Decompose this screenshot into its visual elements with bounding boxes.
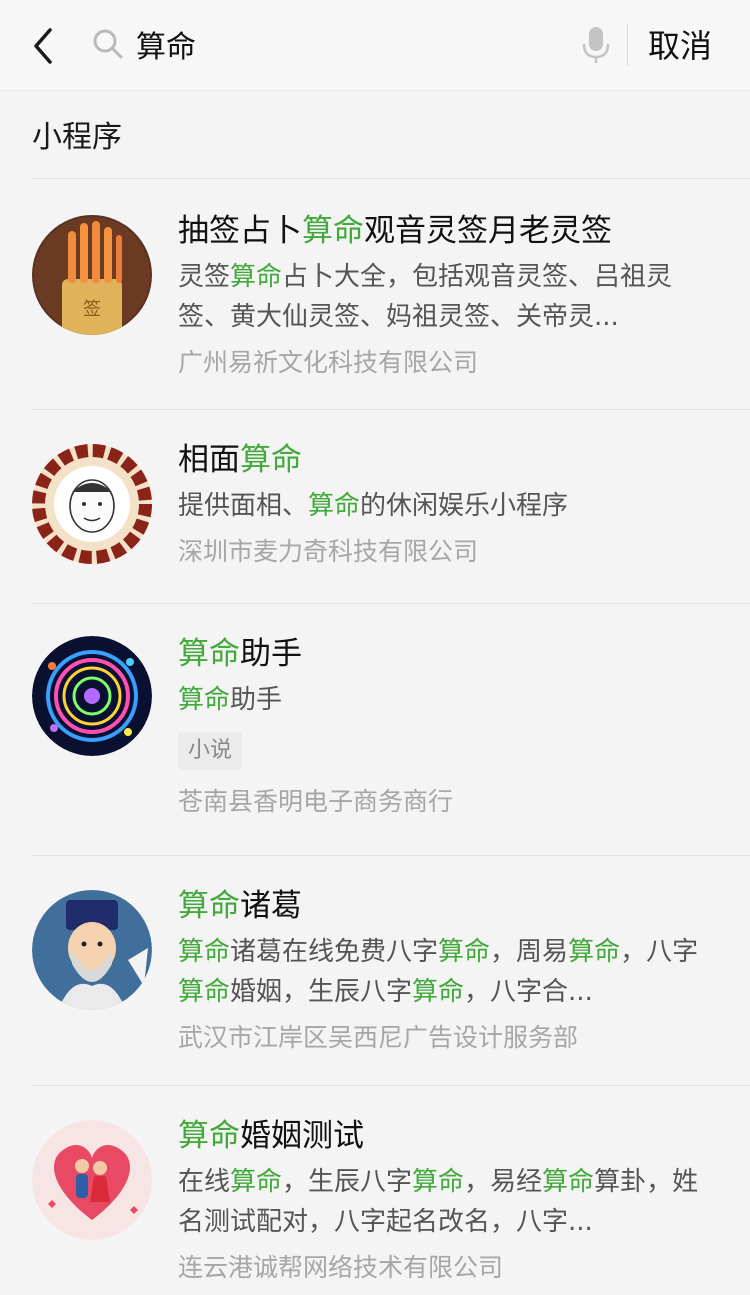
- result-title: 相面算命: [178, 442, 302, 478]
- result-company: 深圳市麦力奇科技有限公司: [178, 537, 479, 566]
- svg-text:签: 签: [83, 299, 101, 320]
- zhuge-cartoon-avatar: [32, 890, 152, 1010]
- back-chevron-icon[interactable]: [30, 26, 60, 66]
- result-item[interactable]: 签 抽签占卜算命观音灵签月老灵签 灵签算命占卜大全，包括观音灵签、吕祖灵签、黄大…: [0, 179, 750, 410]
- fortune-sticks-avatar: 签: [32, 215, 152, 335]
- category-tag: 小说: [178, 732, 243, 770]
- microphone-icon[interactable]: [582, 26, 610, 64]
- result-text: 算命诸葛 算命诸葛在线免费八字算命，周易算命，八字算命婚姻，生辰八字算命，八字合…: [178, 884, 718, 1056]
- result-description: 算命助手: [178, 685, 283, 715]
- search-divider: [627, 24, 628, 66]
- section-title: 小程序: [32, 120, 122, 155]
- result-title: 抽签占卜算命观音灵签月老灵签: [178, 213, 612, 249]
- result-company: 武汉市江岸区吴西尼广告设计服务部: [178, 1023, 579, 1052]
- result-text: 抽签占卜算命观音灵签月老灵签 灵签算命占卜大全，包括观音灵签、吕祖灵签、黄大仙灵…: [178, 209, 718, 381]
- result-text: 算命助手 算命助手 小说 苍南县香明电子商务商行: [178, 632, 718, 820]
- result-text: 算命婚姻测试 在线算命，生辰八字算命，易经算命算卦，姓名测试配对，八字起名改名，…: [178, 1114, 718, 1286]
- search-input[interactable]: [136, 22, 556, 66]
- result-title: 算命助手: [178, 636, 302, 672]
- result-description: 提供面相、算命的休闲娱乐小程序: [178, 491, 569, 521]
- bagua-face-avatar: [32, 444, 152, 564]
- couple-heart-avatar: [32, 1120, 152, 1240]
- search-icon: [92, 28, 124, 60]
- result-description: 灵签算命占卜大全，包括观音灵签、吕祖灵签、黄大仙灵签、妈祖灵签、关帝灵...: [178, 262, 673, 332]
- result-item[interactable]: 相面算命 提供面相、算命的休闲娱乐小程序 深圳市麦力奇科技有限公司: [0, 410, 750, 604]
- result-company: 苍南县香明电子商务商行: [178, 787, 454, 816]
- result-company: 广州易祈文化科技有限公司: [178, 348, 479, 377]
- result-company: 连云港诚帮网络技术有限公司: [178, 1253, 504, 1282]
- result-item[interactable]: 算命诸葛 算命诸葛在线免费八字算命，周易算命，八字算命婚姻，生辰八字算命，八字合…: [0, 856, 750, 1086]
- result-title: 算命婚姻测试: [178, 1118, 364, 1154]
- result-text: 相面算命 提供面相、算命的休闲娱乐小程序 深圳市麦力奇科技有限公司: [178, 438, 718, 570]
- zodiac-wheel-avatar: [32, 636, 152, 756]
- result-description: 算命诸葛在线免费八字算命，周易算命，八字算命婚姻，生辰八字算命，八字合...: [178, 937, 699, 1007]
- cancel-button[interactable]: 取消: [648, 24, 712, 68]
- result-item[interactable]: 算命助手 算命助手 小说 苍南县香明电子商务商行: [0, 604, 750, 856]
- result-title: 算命诸葛: [178, 888, 302, 924]
- result-description: 在线算命，生辰八字算命，易经算命算卦，姓名测试配对，八字起名改名，八字...: [178, 1167, 699, 1237]
- result-item[interactable]: 算命婚姻测试 在线算命，生辰八字算命，易经算命算卦，姓名测试配对，八字起名改名，…: [0, 1086, 750, 1295]
- result-tags: 小说: [178, 732, 718, 770]
- search-bar: 取消: [0, 0, 750, 91]
